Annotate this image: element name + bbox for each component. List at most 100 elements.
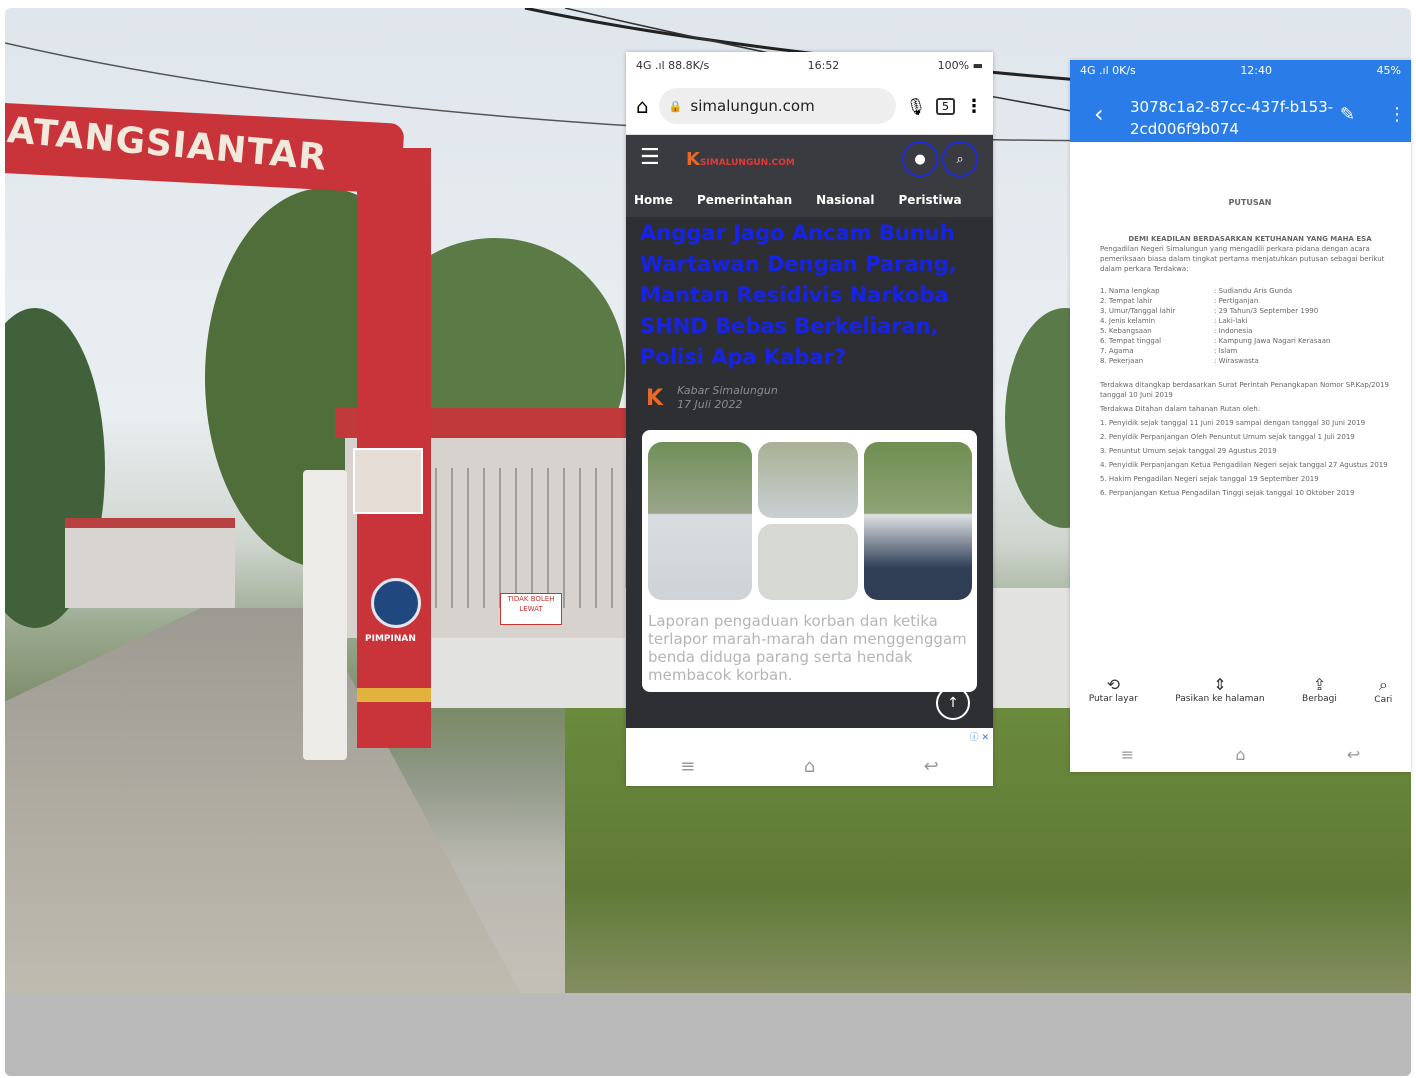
status-bar: 4G .ıl 0K/s 12:40 45% [1070, 60, 1411, 81]
doc-field-row: 1. Nama lengkap: Sudiandu Aris Gunda [1100, 286, 1400, 296]
doc-body-line: 6. Perpanjangan Ketua Pengadilan Tinggi … [1100, 489, 1355, 497]
nav-pemerintahan[interactable]: Pemerintahan [697, 193, 792, 207]
home-button-icon[interactable]: ⌂ [804, 756, 815, 777]
tabs-button[interactable]: 5 [936, 97, 955, 115]
phone-document-screenshot: 4G .ıl 0K/s 12:40 45% ‹ 3078c1a2-87cc-43… [1070, 60, 1411, 772]
battery-status: 45% [1376, 64, 1401, 77]
more-menu-icon[interactable]: ⋮ [1388, 104, 1406, 125]
ad-banner[interactable]: ⓘ ✕ [626, 728, 993, 746]
search-button[interactable]: ⌕ Cari [1374, 675, 1392, 705]
doc-field-row: 8. Pekerjaan : Wiraswasta [1100, 356, 1400, 366]
signal-status: 4G .ıl 88.8K/s [636, 58, 710, 72]
doc-body: Terdakwa ditangkap berdasarkan Surat Per… [1100, 380, 1400, 498]
status-time: 16:52 [807, 58, 840, 72]
back-icon[interactable]: ↩ [924, 756, 939, 777]
doc-field-key: 7. Agama [1100, 347, 1134, 355]
doc-field-row: 6. Tempat tinggal : Kampung Jawa Nagari K… [1100, 336, 1400, 346]
battery-icon: ▬ [972, 58, 983, 72]
photo-man-arguing [758, 442, 858, 518]
theme-toggle-icon[interactable]: ● [902, 141, 938, 177]
pillar-stripe [357, 688, 431, 702]
distant-building [65, 518, 235, 608]
doc-field-value: : Indonesia [1214, 327, 1253, 335]
status-time: 12:40 [1240, 64, 1273, 77]
article-byline: K Kabar Simalungun 17 Juli 2022 [646, 384, 778, 412]
gate-emblem [353, 448, 423, 514]
back-icon[interactable]: ↩ [1347, 745, 1360, 764]
search-icon[interactable]: ⌕ [942, 141, 978, 177]
site-header: ☰ KSIMALUNGUN.COM ● ⌕ Home Pemerintahan … [626, 135, 993, 217]
back-arrow-icon[interactable]: ‹ [1094, 100, 1104, 128]
rotate-screen-button[interactable]: ⟲ Putar layar [1089, 675, 1138, 705]
photo-man-pointing [648, 442, 752, 600]
doc-body-line: 3. Penuntut Umum sejak tanggal 29 Agustu… [1100, 447, 1277, 455]
doc-field-value: : Kampung Jawa Nagari Kerasaan [1214, 337, 1331, 345]
edit-icon[interactable]: ✎ [1340, 104, 1355, 125]
status-bar: 4G .ıl 88.8K/s 16:52 100% ▬ [626, 52, 993, 78]
doc-field-key: 8. Pekerjaan [1100, 357, 1144, 365]
share-icon: ⇪ [1312, 675, 1327, 694]
recent-apps-icon[interactable]: ≡ [680, 756, 695, 777]
doc-field-row: 7. Agama : Islam [1100, 346, 1400, 356]
search-icon: ⌕ [1378, 675, 1388, 694]
home-icon[interactable]: ⌂ [636, 94, 649, 118]
author-logo-icon: K [646, 385, 664, 411]
publish-date: 17 Juli 2022 [677, 398, 743, 411]
doc-intro: Pengadilan Negeri Simalungun yang mengad… [1100, 245, 1385, 273]
rotate-icon: ⟲ [1106, 675, 1120, 694]
doc-fields: 1. Nama lengkap: Sudiandu Aris Gunda 2. T… [1100, 286, 1400, 366]
document-title: 3078c1a2-87cc-437f-b153-2cd006f9b074 [1130, 98, 1334, 138]
scroll-up-icon[interactable]: ↑ [936, 686, 970, 720]
doc-field-value: : Wiraswasta [1214, 357, 1259, 365]
address-bar[interactable]: 🔒 simalungun.com [658, 88, 896, 124]
doc-field-row: 3. Umur/Tanggal lahir : 29 Tahun/3 Septem… [1100, 306, 1400, 316]
nav-home[interactable]: Home [634, 193, 673, 207]
battery-status: 100% ▬ [937, 58, 983, 72]
recent-apps-icon[interactable]: ≡ [1121, 745, 1134, 764]
doc-field-value: : 29 Tahun/3 September 1990 [1214, 307, 1319, 315]
nav-nasional[interactable]: Nasional [816, 193, 874, 207]
fit-page-button[interactable]: ⇕ Pasikan ke halaman [1175, 675, 1264, 705]
doc-body-line: 2. Penyidik Perpanjangan Oleh Penuntut U… [1100, 433, 1355, 441]
doc-body-line: Terdakwa ditangkap berdasarkan Surat Per… [1100, 381, 1389, 399]
doc-field-key: 4. Jenis kelamin [1100, 317, 1156, 325]
doc-field-value: : Sudiandu Aris Gunda [1214, 287, 1293, 295]
lock-icon: 🔒 [668, 99, 683, 113]
microphone-icon[interactable]: 🎙 [906, 97, 926, 116]
author-name[interactable]: Kabar Simalungun [677, 384, 778, 398]
home-button-icon[interactable]: ⌂ [1235, 745, 1245, 764]
doc-body-line: 5. Hakim Pengadilan Negeri sejak tanggal… [1100, 475, 1319, 483]
doc-heading: PUTUSAN [1228, 198, 1272, 207]
site-logo[interactable]: KSIMALUNGUN.COM [686, 149, 795, 170]
doc-field-row: 4. Jenis kelamin : Laki-laki [1100, 316, 1400, 326]
asphalt-road [5, 993, 1411, 1076]
hamburger-menu-icon[interactable]: ☰ [640, 145, 660, 170]
url-text: simalungun.com [690, 97, 815, 115]
phone-browser-screenshot: 4G .ıl 88.8K/s 16:52 100% ▬ ⌂ 🔒 simalung… [626, 52, 993, 786]
badge-text: PIMPINAN [365, 634, 416, 644]
doc-field-key: 3. Umur/Tanggal lahir [1100, 307, 1176, 315]
image-caption: Laporan pengaduan korban dan ketika terl… [648, 612, 967, 684]
doc-field-key: 5. Kebangsaan [1100, 327, 1152, 335]
ad-close-icon[interactable]: ⓘ ✕ [970, 730, 989, 743]
doc-field-value: : Islam [1214, 347, 1238, 355]
article-headline[interactable]: Anggar Jago Ancam Bunuh Wartawan Dengan … [640, 218, 980, 373]
system-nav-bar: ≡ ⌂ ↩ [626, 746, 993, 786]
doc-field-key: 6. Tempat tinggal [1100, 337, 1162, 345]
doc-field-key: 2. Tempat lahir [1100, 297, 1153, 305]
more-menu-icon[interactable]: ⋮ [965, 96, 983, 117]
doc-field-value: : Laki-laki [1214, 317, 1248, 325]
doc-body-line: 4. Penyidik Perpanjangan Ketua Pengadila… [1100, 461, 1388, 469]
white-pillar [303, 470, 347, 760]
share-button[interactable]: ⇪ Berbagi [1302, 675, 1337, 705]
photo-man-standing [864, 442, 972, 600]
fit-page-icon: ⇕ [1213, 675, 1227, 694]
fence-bars [435, 468, 615, 608]
browser-toolbar: ⌂ 🔒 simalungun.com 🎙 5 ⋮ [626, 78, 993, 135]
nav-peristiwa[interactable]: Peristiwa [899, 193, 962, 207]
article-image-card: Laporan pengaduan korban dan ketika terl… [642, 430, 977, 692]
doc-body-line: Terdakwa Ditahan dalam tahanan Rutan ole… [1100, 405, 1261, 413]
doc-body-line: 1. Penyidik sejak tanggal 11 Juni 2019 s… [1100, 419, 1366, 427]
police-badge [371, 578, 421, 628]
doc-field-row: 2. Tempat lahir: Pertiganjan [1100, 296, 1400, 306]
